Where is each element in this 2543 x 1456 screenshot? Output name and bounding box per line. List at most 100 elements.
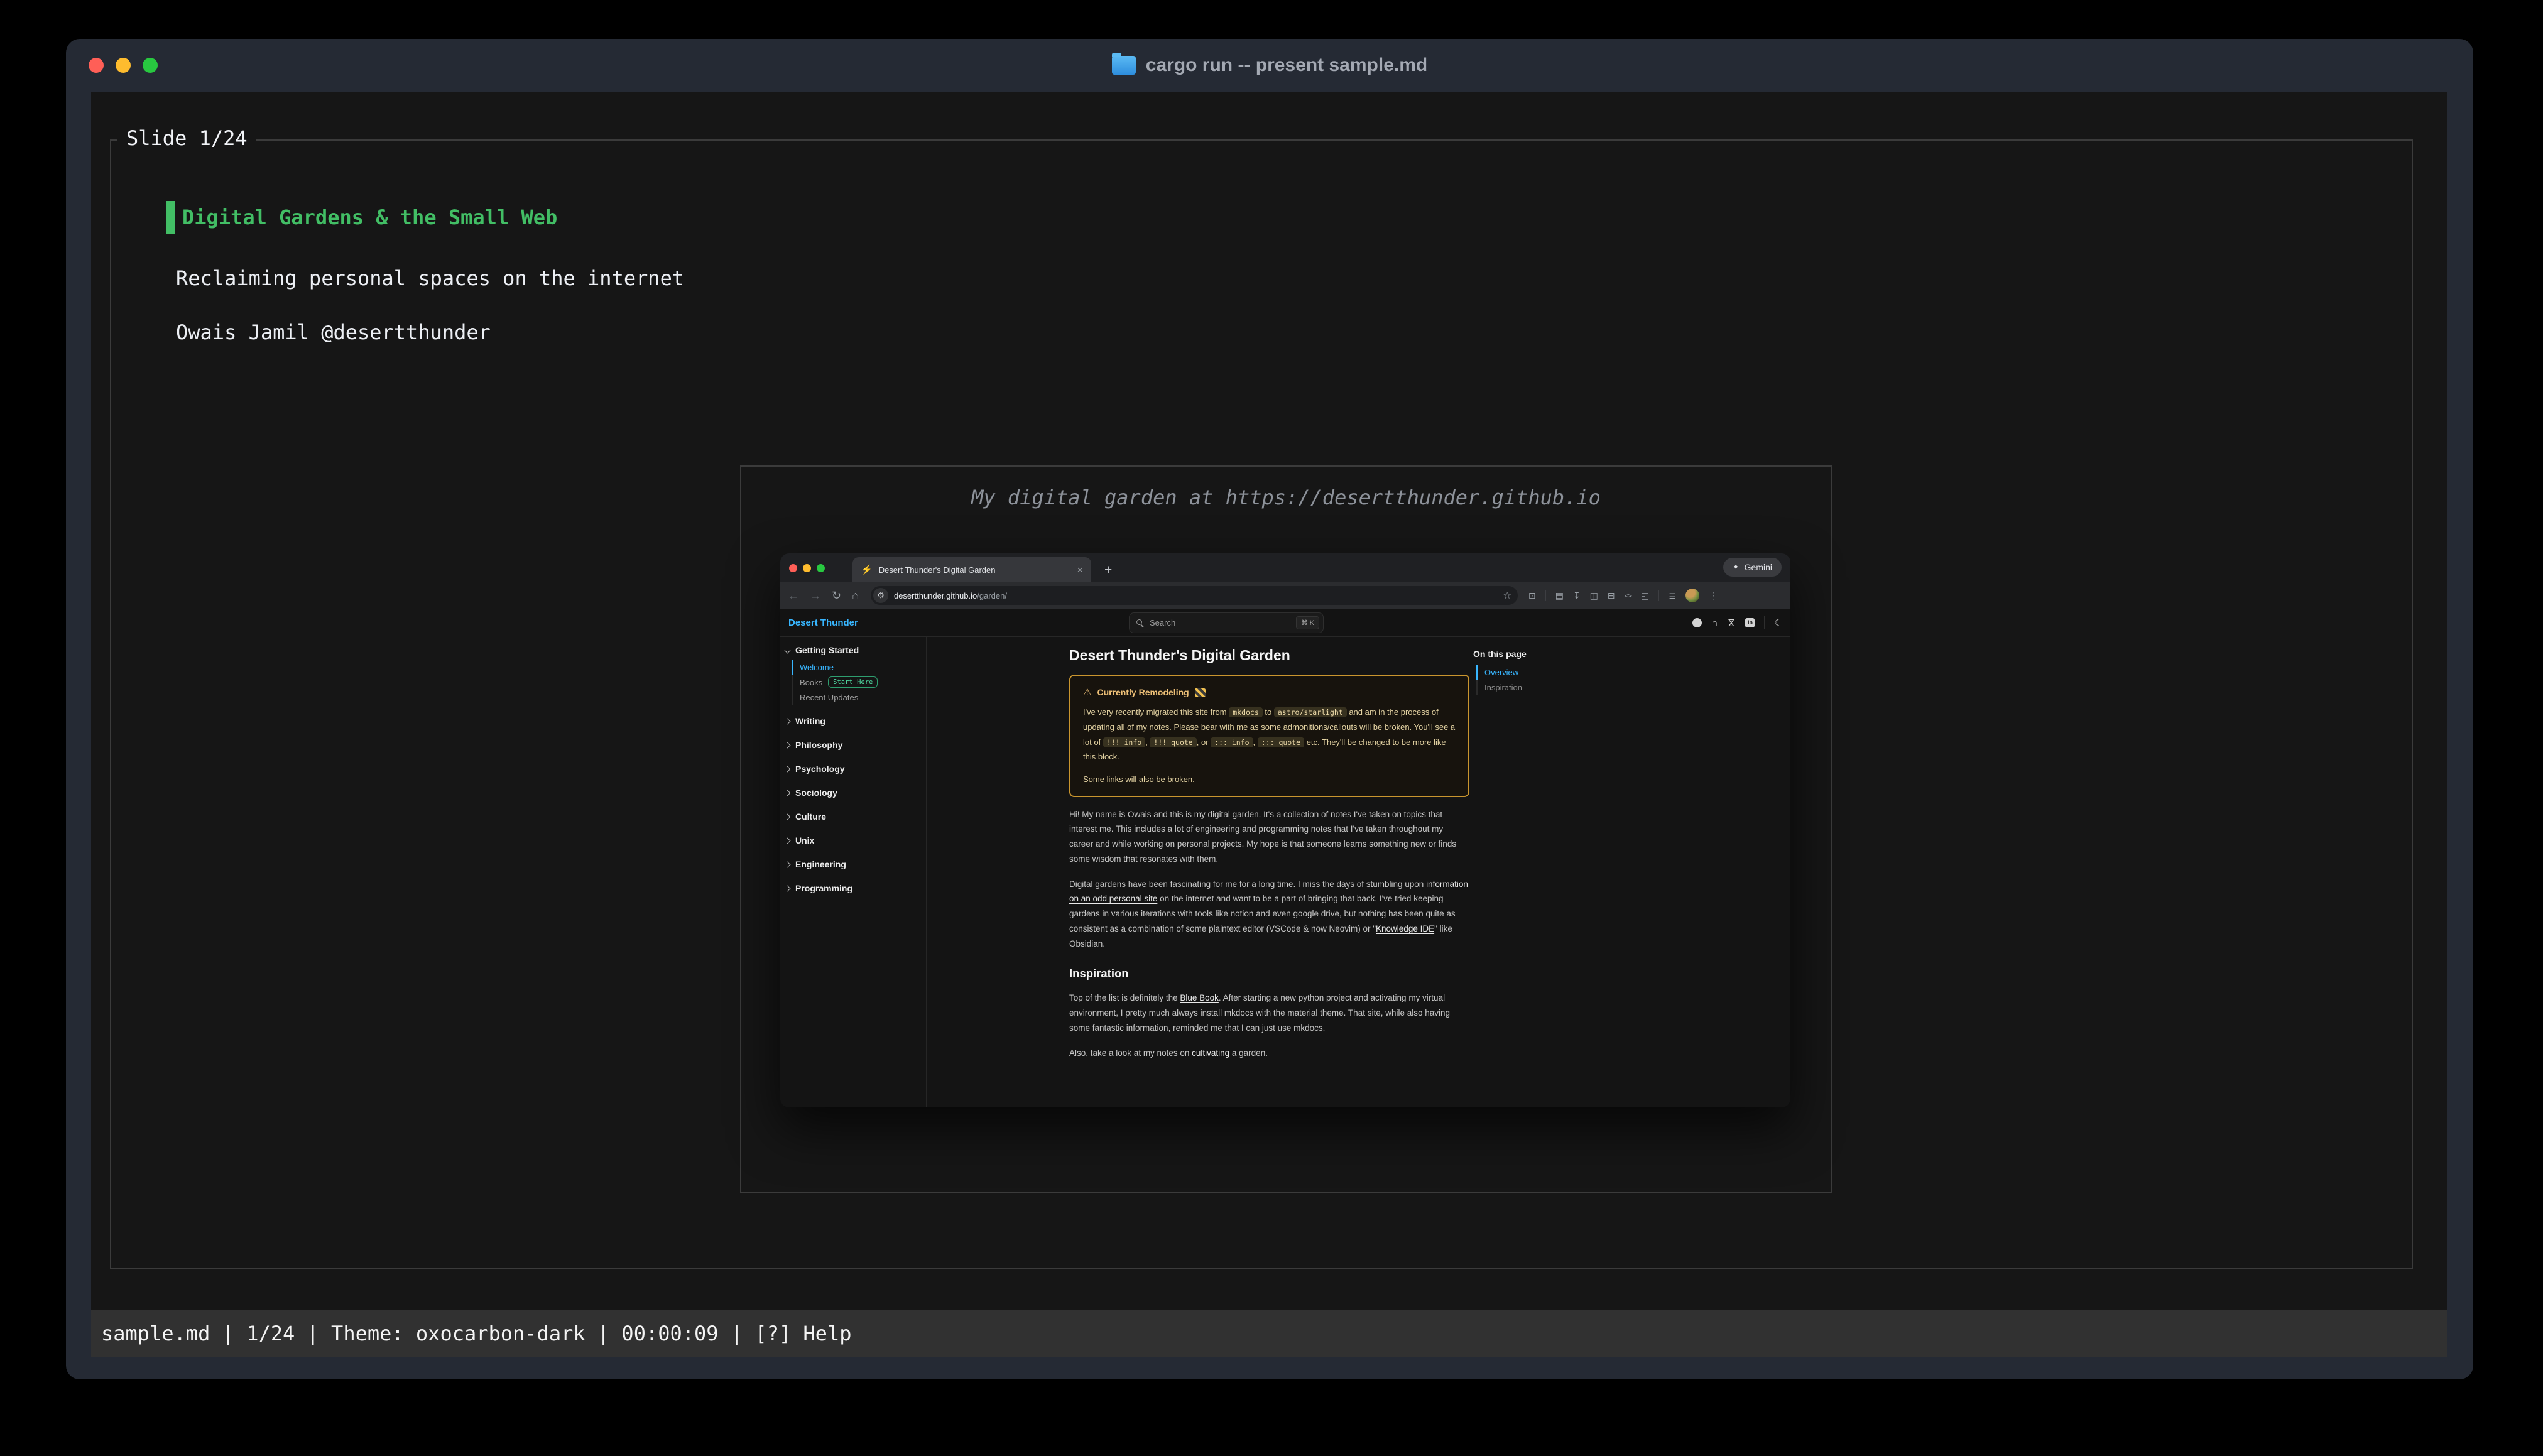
gemini-sparkle-icon: ✦: [1733, 562, 1740, 572]
site-settings-icon[interactable]: ⚙: [873, 588, 888, 603]
home-icon[interactable]: ⌂: [852, 590, 859, 601]
site-search-input[interactable]: Search ⌘ K: [1129, 612, 1324, 633]
callout-title: ⚠ Currently Remodeling: [1083, 684, 1456, 701]
inline-link[interactable]: information on an odd personal site: [1069, 879, 1468, 904]
search-icon: [1136, 619, 1144, 627]
slide-frame: Slide 1/24 Digital Gardens & the Small W…: [110, 139, 2413, 1269]
inline-link[interactable]: Blue Book: [1180, 993, 1219, 1002]
slide-author: Owais Jamil @desertthunder: [176, 320, 491, 344]
site-sidebar: Getting Started Welcome Books Start Here: [780, 637, 927, 1107]
window-titlebar: cargo run -- present sample.md: [66, 39, 2473, 92]
sidebar-item-books[interactable]: Books Start Here: [792, 675, 926, 690]
search-shortcut-badge: ⌘ K: [1296, 616, 1319, 629]
tab-title: Desert Thunder's Digital Garden: [879, 565, 996, 575]
page-title: Desert Thunder's Digital Garden: [1069, 647, 1469, 664]
download-icon[interactable]: ↧: [1573, 590, 1581, 601]
gemini-label: Gemini: [1745, 562, 1772, 572]
chevron-right-icon: [785, 837, 791, 844]
header-separator: [1764, 616, 1765, 629]
toc-list: Overview Inspiration: [1476, 665, 1790, 695]
social-arch-icon[interactable]: ∩: [1711, 617, 1718, 627]
tab-close-icon[interactable]: ×: [1077, 565, 1083, 575]
sidebar-section-getting-started[interactable]: Getting Started: [785, 643, 926, 658]
new-tab-button[interactable]: +: [1104, 563, 1112, 577]
sidebar-item-welcome[interactable]: Welcome: [792, 660, 926, 675]
sidebar-item-recent-updates[interactable]: Recent Updates: [792, 690, 926, 705]
menu-dots-icon[interactable]: ⋮: [1709, 590, 1718, 601]
slide-subtitle: Reclaiming personal spaces on the intern…: [176, 266, 684, 290]
browser-tab[interactable]: ⚡ Desert Thunder's Digital Garden ×: [852, 557, 1091, 582]
github-icon[interactable]: [1692, 618, 1702, 627]
inline-link[interactable]: cultivating: [1192, 1048, 1229, 1058]
profile-avatar[interactable]: [1685, 589, 1699, 602]
book-icon[interactable]: ◫: [1590, 590, 1598, 601]
slide-counter: Slide 1/24: [117, 126, 256, 150]
address-bar[interactable]: ⚙ desertthunder.github.io/garden/ ☆: [871, 586, 1518, 605]
reading-list-icon[interactable]: ▤: [1555, 590, 1564, 601]
bluesky-butterfly-icon[interactable]: ⋈: [1726, 618, 1737, 627]
terminal-window: cargo run -- present sample.md Slide 1/2…: [66, 39, 2473, 1379]
forward-icon[interactable]: →: [810, 590, 821, 601]
status-bar: sample.md | 1/24 | Theme: oxocarbon-dark…: [91, 1310, 2447, 1357]
search-placeholder: Search: [1150, 618, 1175, 627]
callout-paragraph: I've very recently migrated this site fr…: [1083, 705, 1456, 764]
extensions-icon[interactable]: ⊡: [1528, 590, 1536, 601]
code-icon[interactable]: <>: [1625, 592, 1631, 600]
slide-heading-row: Digital Gardens & the Small Web: [166, 201, 557, 234]
reload-icon[interactable]: ↻: [832, 590, 841, 601]
site-header-icons: ∩ ⋈ in ☾: [1692, 616, 1782, 629]
browser-screenshot: ⚡ Desert Thunder's Digital Garden × + ✦ …: [780, 553, 1790, 1107]
window-title: cargo run -- present sample.md: [66, 39, 2473, 92]
terminal-content: Slide 1/24 Digital Gardens & the Small W…: [91, 92, 2447, 1357]
linkedin-icon[interactable]: in: [1745, 618, 1755, 627]
sidebar-section-philosophy[interactable]: Philosophy: [785, 737, 926, 752]
slide-heading: Digital Gardens & the Small Web: [182, 205, 557, 229]
site-main-content: Desert Thunder's Digital Garden ⚠ Curren…: [1069, 637, 1469, 1107]
chevron-down-icon: [785, 647, 791, 653]
chevron-right-icon: [785, 742, 791, 748]
status-bar-text: sample.md | 1/24 | Theme: oxocarbon-dark…: [101, 1322, 851, 1345]
intro-paragraph: Hi! My name is Owais and this is my digi…: [1069, 807, 1469, 867]
tab-groups-icon[interactable]: ≣: [1669, 590, 1676, 601]
site-brand[interactable]: Desert Thunder: [788, 617, 858, 628]
slide-image-panel: My digital garden at https://desertthund…: [740, 465, 1832, 1193]
browser-tabstrip: ⚡ Desert Thunder's Digital Garden × + ✦ …: [780, 553, 1790, 582]
inline-link[interactable]: Knowledge IDE: [1376, 924, 1434, 933]
warning-icon: ⚠: [1083, 684, 1091, 701]
browser-close-button[interactable]: [789, 564, 797, 572]
folder-icon: [1112, 56, 1136, 75]
bookmark-star-icon[interactable]: ☆: [1503, 590, 1511, 601]
chevron-right-icon: [785, 718, 791, 724]
sidebar-section-engineering[interactable]: Engineering: [785, 857, 926, 872]
remodeling-callout: ⚠ Currently Remodeling I've very recentl…: [1069, 675, 1469, 797]
devices-icon[interactable]: ⊟: [1608, 590, 1615, 601]
url-text: desertthunder.github.io/garden/: [894, 591, 1007, 600]
toolbar-separator: [1658, 590, 1659, 601]
sidebar-section-unix[interactable]: Unix: [785, 833, 926, 848]
sidebar-section-psychology[interactable]: Psychology: [785, 761, 926, 776]
construction-emoji: [1195, 688, 1206, 697]
gemini-button[interactable]: ✦ Gemini: [1723, 558, 1782, 577]
browser-zoom-button[interactable]: [817, 564, 825, 572]
site-body: Getting Started Welcome Books Start Here: [780, 637, 1790, 1107]
window-title-text: cargo run -- present sample.md: [1146, 55, 1427, 76]
browser-toolbar: ← → ↻ ⌂ ⚙ desertthunder.github.io/garden…: [780, 582, 1790, 609]
cultivating-paragraph: Also, take a look at my notes on cultiva…: [1069, 1046, 1469, 1061]
toc-item-inspiration[interactable]: Inspiration: [1476, 680, 1790, 695]
sidebar-section-programming[interactable]: Programming: [785, 881, 926, 896]
chevron-right-icon: [785, 861, 791, 867]
sidebar-section-culture[interactable]: Culture: [785, 809, 926, 824]
toolbar-separator: [1545, 590, 1546, 601]
sidebar-section-sociology[interactable]: Sociology: [785, 785, 926, 800]
toc-item-overview[interactable]: Overview: [1476, 665, 1790, 680]
sidebar-section-writing[interactable]: Writing: [785, 714, 926, 729]
browser-minimize-button[interactable]: [803, 564, 811, 572]
chevron-right-icon: [785, 790, 791, 796]
callout-paragraph: Some links will also be broken.: [1083, 772, 1456, 787]
tab-favicon-lightning-icon: ⚡: [861, 564, 873, 575]
inspect-icon[interactable]: ◱: [1641, 590, 1649, 601]
theme-toggle-moon-icon[interactable]: ☾: [1774, 617, 1782, 628]
sidebar-group: Welcome Books Start Here Recent Updates: [792, 660, 926, 705]
start-here-badge: Start Here: [828, 676, 878, 688]
back-icon[interactable]: ←: [788, 590, 799, 601]
